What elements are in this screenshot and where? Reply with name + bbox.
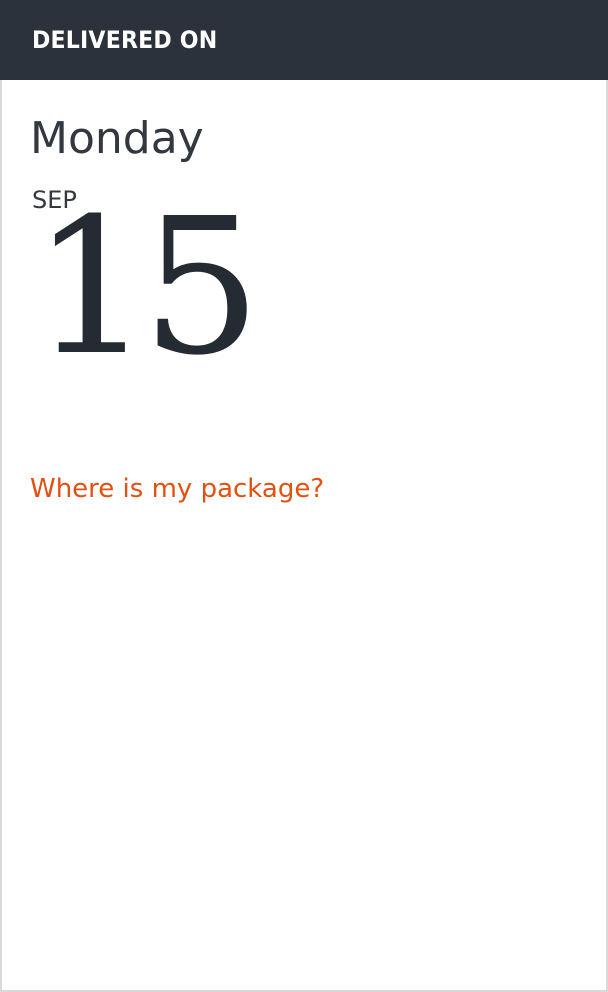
delivery-day-number: 15: [32, 178, 261, 397]
where-is-my-package-link[interactable]: Where is my package?: [30, 474, 324, 505]
delivery-weekday: Monday: [30, 113, 204, 164]
delivery-card: DELIVERED ON Monday SEP 15 Where is my p…: [0, 0, 608, 992]
header-title: DELIVERED ON: [32, 26, 218, 54]
delivery-header: DELIVERED ON: [0, 0, 608, 80]
